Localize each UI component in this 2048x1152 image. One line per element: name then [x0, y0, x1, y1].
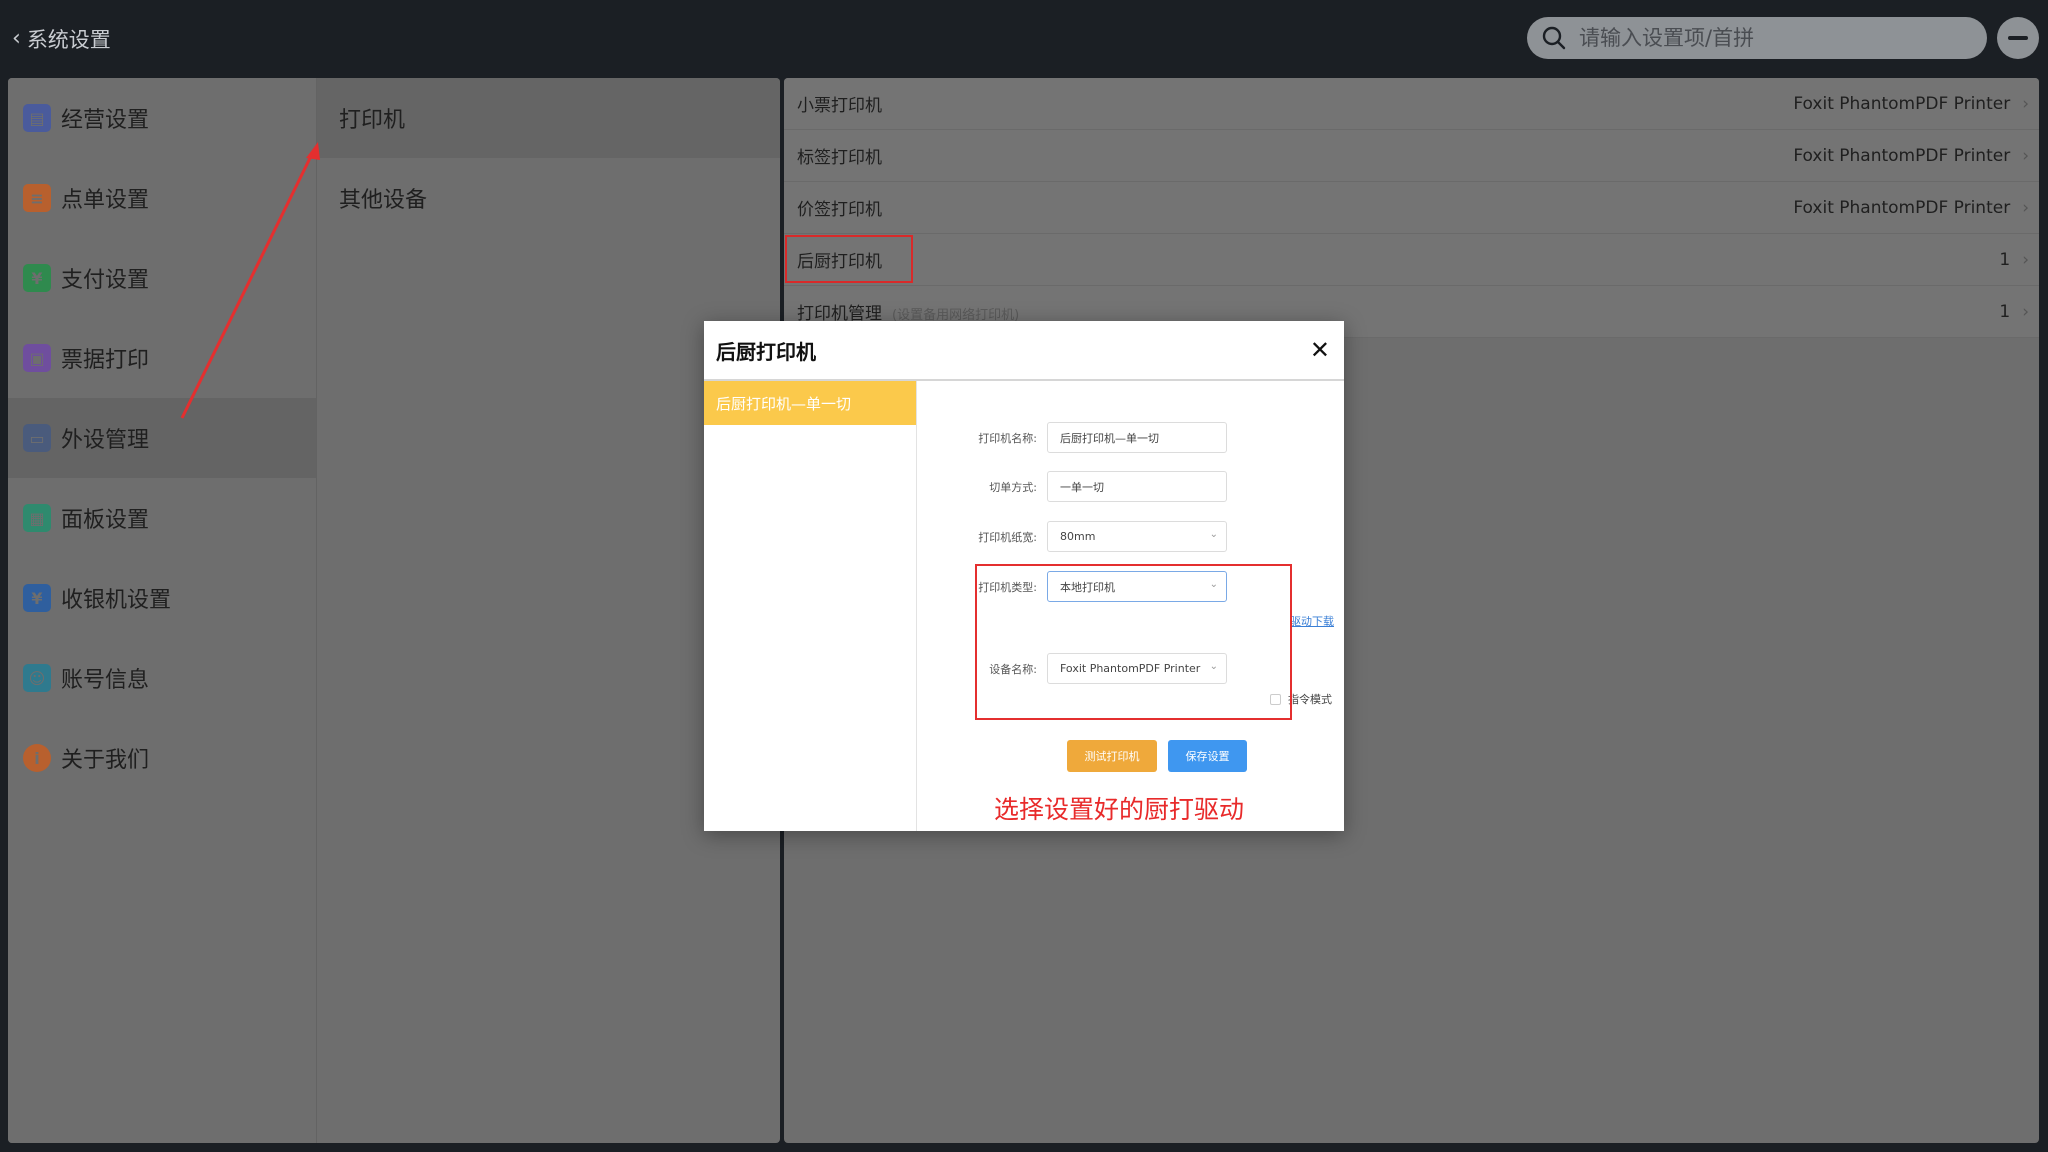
row-label: 标签打印机 [797, 148, 882, 168]
account-icon: ☺ [23, 664, 51, 692]
category-label: 关于我们 [61, 748, 150, 773]
field-label: 切单方式: [989, 480, 1037, 494]
printer-settings-list: 小票打印机 Foxit PhantomPDF Printer › 标签打印机 Fo… [784, 78, 2039, 338]
row-value: 1 [1999, 301, 2011, 322]
printer-name-field[interactable]: 后厨打印机—单一切 [1047, 422, 1227, 453]
row-value: 1 [1999, 249, 2011, 270]
minus-icon [2008, 36, 2028, 40]
category-label: 支付设置 [61, 268, 150, 293]
chevron-right-icon: › [2022, 301, 2029, 322]
category-list: ▤ 经营设置 ≡ 点单设置 ¥ 支付设置 ▣ 票据打印 ▭ 外设管理 ▦ 面板设… [8, 78, 317, 1143]
back-button[interactable]: ‹ 系统设置 [12, 24, 111, 54]
form-row-cut: 切单方式: 一单一切 [917, 471, 1227, 502]
paper-width-select[interactable]: 80mm ⌄ [1047, 521, 1227, 552]
category-item-account[interactable]: ☺ 账号信息 [8, 638, 316, 718]
category-label: 经营设置 [61, 108, 150, 133]
category-item-about[interactable]: i 关于我们 [8, 718, 316, 798]
printer-list: 后厨打印机—单一切 [704, 381, 917, 831]
top-bar: ‹ 系统设置 [0, 0, 2048, 76]
subcategory-item-printer[interactable]: 打印机 [317, 78, 780, 158]
chevron-right-icon: › [2022, 93, 2029, 114]
category-label: 面板设置 [61, 508, 150, 533]
dialog-header: 后厨打印机 ✕ [704, 321, 1344, 381]
category-label: 点单设置 [61, 188, 150, 213]
field-value: 一单一切 [1060, 480, 1104, 494]
category-item-panel[interactable]: ▦ 面板设置 [8, 478, 316, 558]
chevron-right-icon: › [2022, 249, 2029, 270]
category-item-receipt-print[interactable]: ▣ 票据打印 [8, 318, 316, 398]
search-box[interactable] [1527, 17, 1987, 59]
shop-icon: ▤ [23, 104, 51, 132]
driver-download-link[interactable]: 驱动下载 [1290, 613, 1334, 629]
save-settings-button[interactable]: 保存设置 [1168, 740, 1247, 772]
row-value: Foxit PhantomPDF Printer [1793, 197, 2011, 218]
chevron-right-icon: › [2022, 197, 2029, 218]
category-label: 账号信息 [61, 668, 150, 693]
yuan-icon: ¥ [23, 264, 51, 292]
settings-nav-panel: ▤ 经营设置 ≡ 点单设置 ¥ 支付设置 ▣ 票据打印 ▭ 外设管理 ▦ 面板设… [8, 78, 780, 1143]
device-icon: ▭ [23, 424, 51, 452]
field-value: 80mm [1060, 530, 1096, 543]
row-value: Foxit PhantomPDF Printer [1793, 145, 2011, 166]
category-item-order[interactable]: ≡ 点单设置 [8, 158, 316, 238]
highlight-box [975, 564, 1292, 720]
minimize-button[interactable] [1997, 17, 2039, 59]
chevron-right-icon: › [2022, 145, 2029, 166]
form-row-name: 打印机名称: 后厨打印机—单一切 [917, 422, 1227, 453]
highlight-box [785, 235, 913, 283]
field-label: 打印机名称: [978, 431, 1037, 445]
row-value: Foxit PhantomPDF Printer [1793, 93, 2011, 114]
panel-icon: ▦ [23, 504, 51, 532]
field-value: 后厨打印机—单一切 [1060, 431, 1159, 445]
category-item-peripherals[interactable]: ▭ 外设管理 [8, 398, 316, 478]
close-icon[interactable]: ✕ [1310, 338, 1330, 362]
setting-row-receipt-printer[interactable]: 小票打印机 Foxit PhantomPDF Printer › [784, 78, 2039, 130]
dialog-title: 后厨打印机 [716, 339, 816, 364]
order-icon: ≡ [23, 184, 51, 212]
back-label: 系统设置 [26, 28, 111, 52]
search-input[interactable] [1579, 26, 1959, 50]
category-label: 票据打印 [61, 348, 150, 373]
chevron-down-icon: ⌄ [1209, 529, 1218, 540]
annotation-text: 选择设置好的厨打驱动 [994, 795, 1245, 824]
subcategory-item-other-devices[interactable]: 其他设备 [317, 158, 780, 238]
search-icon [1542, 26, 1566, 50]
setting-row-price-tag-printer[interactable]: 价签打印机 Foxit PhantomPDF Printer › [784, 182, 2039, 234]
form-row-width: 打印机纸宽: 80mm ⌄ [917, 521, 1227, 552]
info-icon: i [23, 744, 51, 772]
category-label: 外设管理 [61, 428, 150, 453]
row-label: 价签打印机 [797, 200, 882, 220]
category-item-business[interactable]: ▤ 经营设置 [8, 78, 316, 158]
print-icon: ▣ [23, 344, 51, 372]
command-mode-label: 指令模式 [1288, 693, 1332, 706]
row-label: 小票打印机 [797, 96, 882, 116]
field-label: 打印机纸宽: [978, 530, 1037, 544]
setting-row-kitchen-printer[interactable]: 后厨打印机 1 › [784, 234, 2039, 286]
category-label: 收银机设置 [61, 588, 172, 613]
setting-row-label-printer[interactable]: 标签打印机 Foxit PhantomPDF Printer › [784, 130, 2039, 182]
printer-list-item[interactable]: 后厨打印机—单一切 [704, 381, 916, 425]
cashier-icon: ¥ [23, 584, 51, 612]
chevron-left-icon: ‹ [12, 26, 21, 51]
cut-mode-field[interactable]: 一单一切 [1047, 471, 1227, 502]
category-item-payment[interactable]: ¥ 支付设置 [8, 238, 316, 318]
category-item-cashier[interactable]: ¥ 收银机设置 [8, 558, 316, 638]
test-printer-button[interactable]: 测试打印机 [1067, 740, 1157, 772]
